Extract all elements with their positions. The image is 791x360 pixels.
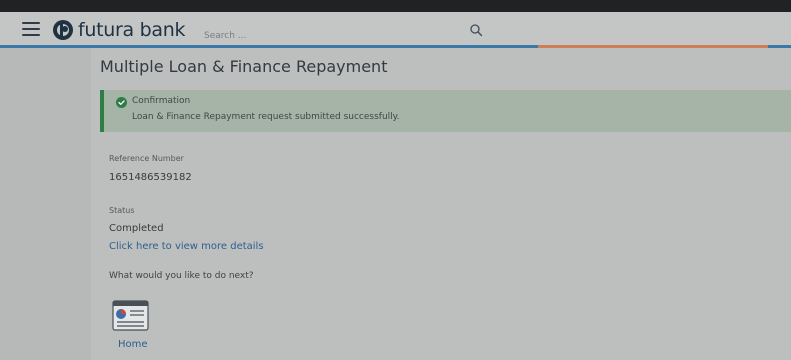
- confirmation-message: Loan & Finance Repayment request submitt…: [132, 112, 400, 122]
- app-header: futura bank: [0, 12, 791, 48]
- status-value: Completed: [109, 223, 164, 234]
- confirmation-title: Confirmation: [132, 96, 191, 106]
- futura-bank-logo-icon: [53, 20, 73, 40]
- status-label: Status: [109, 206, 135, 215]
- search-icon[interactable]: [469, 23, 483, 37]
- window-top-bar: [0, 0, 791, 12]
- reference-number-value: 1651486539182: [109, 172, 192, 183]
- search-box: [204, 23, 494, 45]
- confirmation-banner: Confirmation Loan & Finance Repayment re…: [100, 90, 791, 132]
- brand-logo[interactable]: futura bank: [52, 19, 185, 41]
- page-title: Multiple Loan & Finance Repayment: [100, 57, 388, 76]
- next-steps-heading: What would you like to do next?: [109, 271, 254, 281]
- main-content: Multiple Loan & Finance Repayment Confir…: [91, 48, 791, 360]
- hamburger-menu-icon[interactable]: [22, 22, 40, 37]
- dashboard-icon: [112, 300, 149, 331]
- search-input[interactable]: [204, 27, 454, 45]
- reference-number-label: Reference Number: [109, 154, 184, 163]
- view-details-link[interactable]: Click here to view more details: [109, 241, 264, 252]
- check-circle-icon: [116, 97, 127, 108]
- brand-name: futura bank: [78, 19, 186, 41]
- home-label: Home: [118, 339, 148, 350]
- home-button[interactable]: Home: [111, 298, 155, 354]
